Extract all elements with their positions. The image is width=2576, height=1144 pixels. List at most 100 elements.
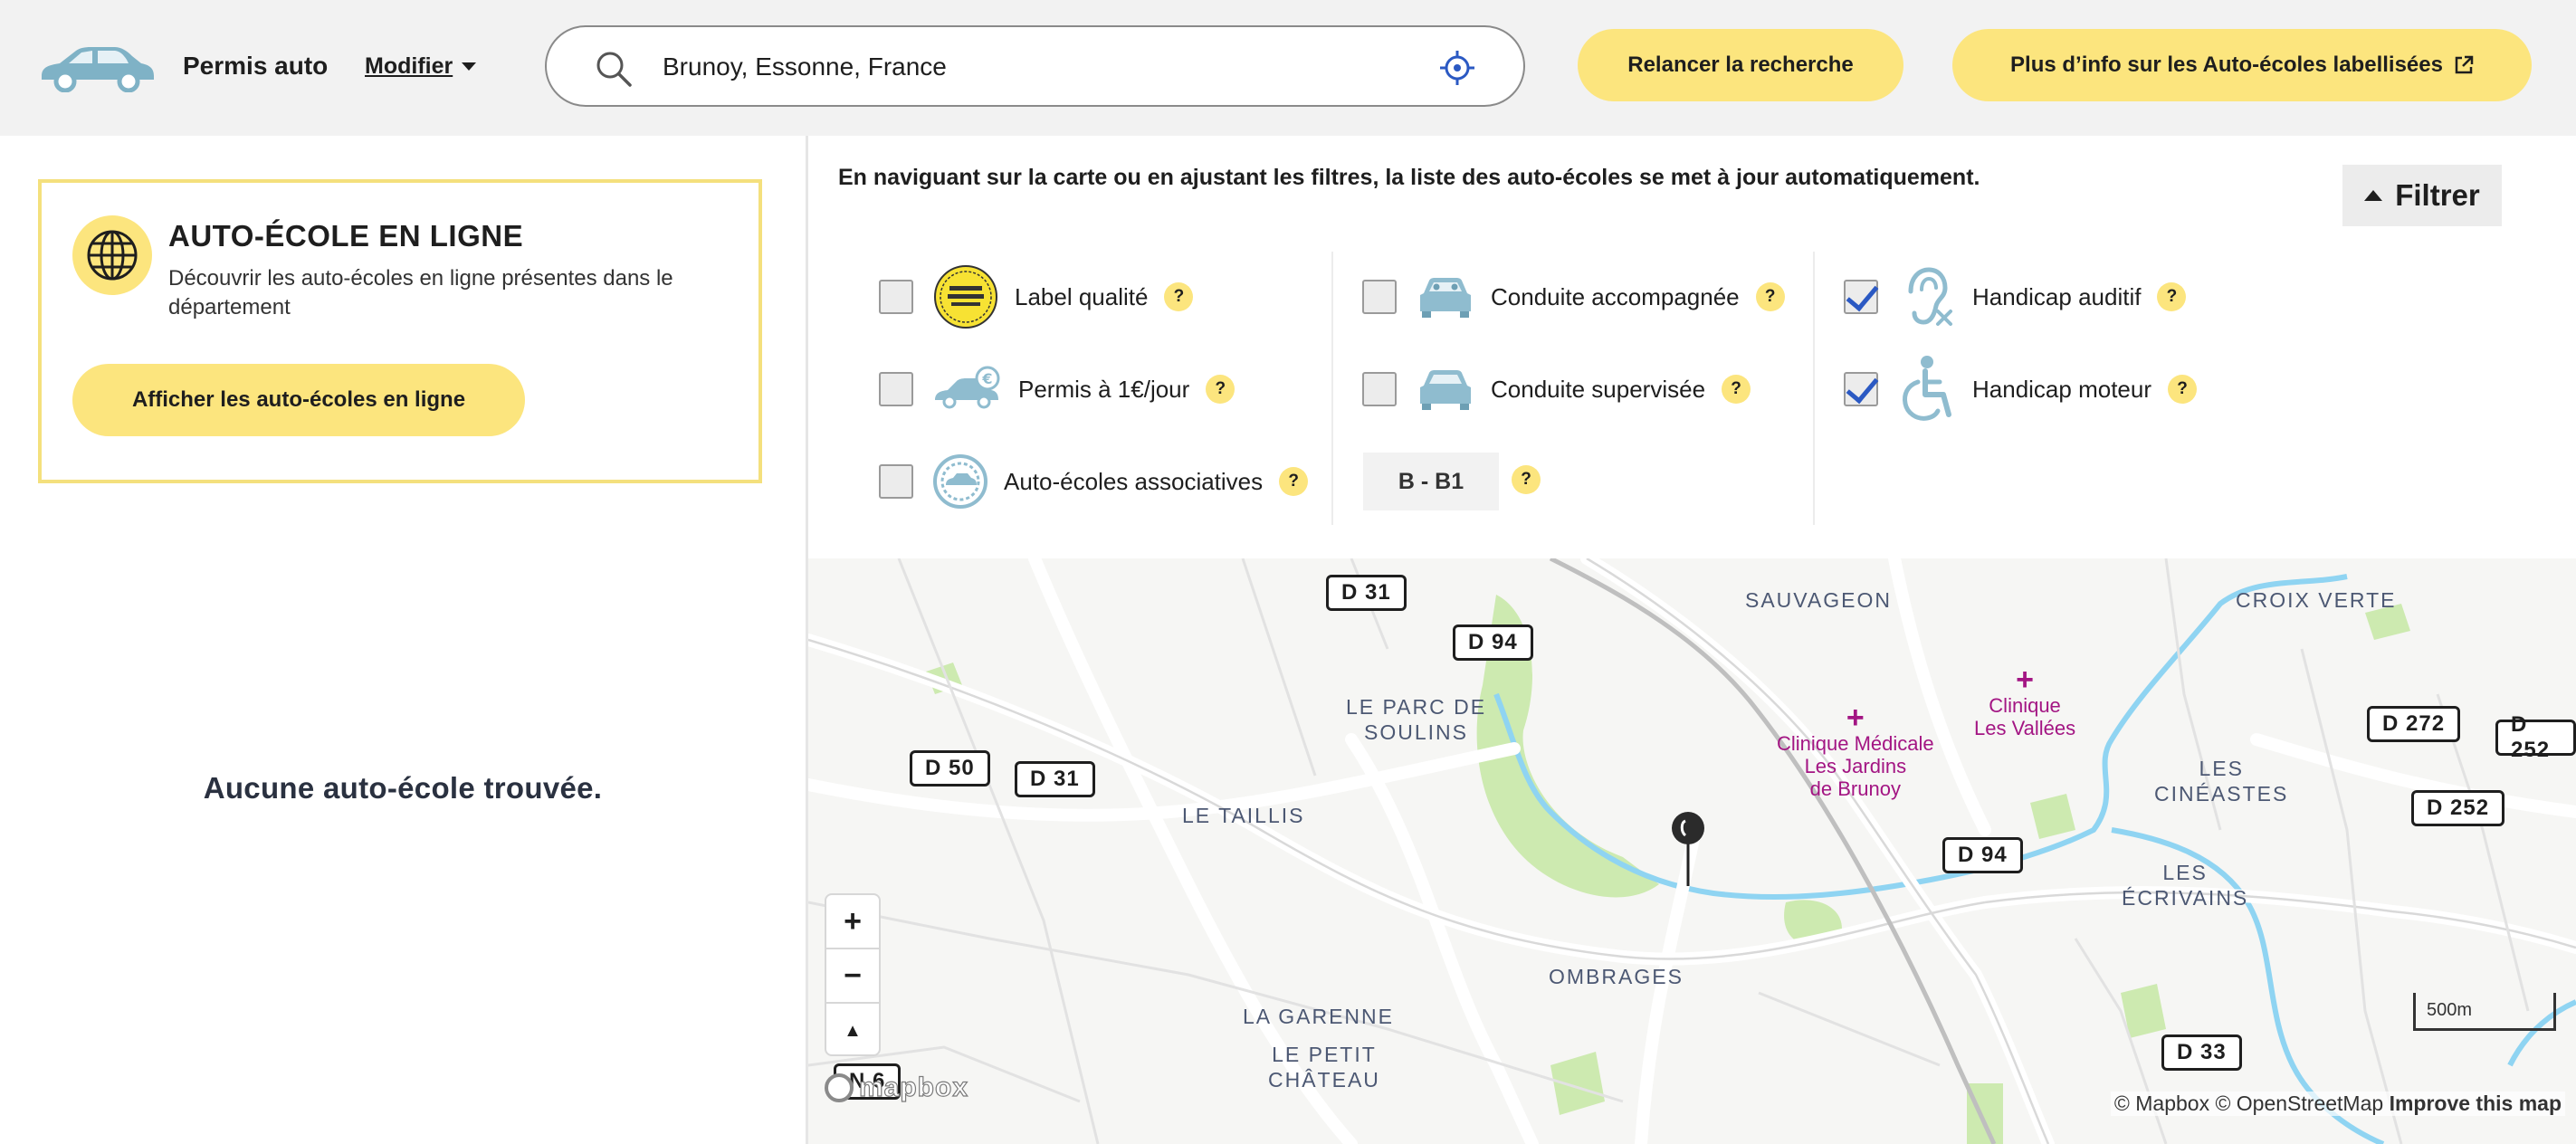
place-label-line: CHÂTEAU	[1268, 1068, 1380, 1092]
caret-up-icon	[2364, 190, 2383, 201]
filter-toggle-label: Filtrer	[2395, 178, 2480, 212]
road-sign: D 252	[2495, 712, 2576, 762]
place-label: LE PETIT CHÂTEAU	[1268, 1042, 1380, 1092]
place-label-line: SOULINS	[1364, 720, 1469, 744]
help-icon[interactable]: ?	[1512, 465, 1541, 494]
mapbox-logo[interactable]: mapbox	[825, 1072, 968, 1103]
checkbox[interactable]	[1362, 280, 1397, 314]
attribution-text: © Mapbox © OpenStreetMap	[2113, 1092, 2384, 1115]
modifier-label: Modifier	[365, 53, 453, 79]
euro-car-icon: €	[935, 366, 1000, 409]
help-icon[interactable]: ?	[2168, 375, 2197, 404]
place-label: LES CINÉASTES	[2154, 756, 2288, 806]
filter-toggle-button[interactable]: Filtrer	[2342, 165, 2502, 226]
checkbox[interactable]	[1362, 372, 1397, 406]
filter-permis-1-euro[interactable]: € Permis à 1€/jour ?	[879, 357, 1236, 422]
filter-label: Permis à 1€/jour	[1018, 375, 1190, 403]
top-bar: Permis auto Modifier Relancer la recherc…	[0, 0, 2576, 136]
quality-label-icon	[934, 265, 997, 329]
place-label-line: ÉCRIVAINS	[2122, 886, 2249, 910]
filter-conduite-accompagnee[interactable]: Conduite accompagnée ?	[1362, 264, 1785, 329]
filter-label: Handicap auditif	[1972, 282, 2142, 310]
place-label: LA GARENNE	[1243, 1005, 1394, 1028]
road-sign: D 50	[910, 750, 990, 786]
show-online-schools-button[interactable]: Afficher les auto-écoles en ligne	[72, 364, 525, 436]
empty-results-message: Aucune auto-école trouvée.	[203, 771, 603, 805]
help-icon[interactable]: ?	[2157, 282, 2187, 311]
map-view[interactable]: D 31 D 94 D 50 D 31 D 94 D 272 D 252 D 2…	[808, 558, 2576, 1144]
help-icon[interactable]: ?	[1206, 375, 1236, 404]
license-type-select[interactable]: B - B1	[1363, 453, 1499, 510]
map-scale: 500m	[2413, 993, 2556, 1031]
filter-associatives[interactable]: Auto-écoles associatives ?	[879, 449, 1309, 514]
road-sign: D 94	[1453, 624, 1533, 661]
clinic-name-line: Clinique	[1989, 694, 2061, 717]
filter-conduite-supervisee[interactable]: Conduite supervisée ?	[1362, 357, 1751, 422]
road-sign: D 31	[1326, 575, 1407, 611]
checkbox[interactable]	[879, 464, 913, 499]
relancer-button[interactable]: Relancer la recherche	[1578, 29, 1903, 101]
checkbox[interactable]	[879, 372, 913, 406]
caret-down-icon	[462, 62, 477, 71]
medical-cross-icon: +	[1846, 701, 1865, 735]
clinic-poi[interactable]: + Clinique Les Vallées	[1974, 663, 2075, 739]
filter-handicap-auditif[interactable]: Handicap auditif ?	[1844, 264, 2187, 329]
zoom-out-button[interactable]: −	[826, 949, 879, 1004]
wheelchair-icon	[1903, 356, 1951, 421]
brand-title: Permis auto	[183, 52, 329, 80]
association-seal-icon	[933, 454, 987, 509]
clinic-poi[interactable]: + Clinique Médicale Les Jardins de Bruno…	[1777, 701, 1934, 800]
search-box[interactable]	[545, 25, 1525, 107]
checkbox-checked[interactable]	[1844, 280, 1878, 314]
clinic-name-line: Clinique Médicale	[1777, 732, 1934, 755]
help-icon[interactable]: ?	[1279, 467, 1309, 496]
info-labelled-button[interactable]: Plus d’info sur les Auto-écoles labellis…	[1952, 29, 2532, 101]
filter-label: Label qualité	[1015, 282, 1149, 310]
checkbox-checked[interactable]	[1844, 372, 1878, 406]
help-icon[interactable]: ?	[1755, 282, 1785, 311]
road-sign: D 31	[1015, 761, 1095, 797]
help-icon[interactable]: ?	[1722, 375, 1751, 404]
online-card-description: Découvrir les auto-écoles en ligne prése…	[168, 266, 673, 319]
online-school-card: AUTO-ÉCOLE EN LIGNE Découvrir les auto-é…	[38, 179, 762, 483]
hearing-impaired-icon	[1908, 267, 1952, 326]
place-label-line: CINÉASTES	[2154, 782, 2289, 806]
help-icon[interactable]: ?	[1164, 282, 1194, 311]
road-sign: D 252	[2411, 790, 2505, 826]
clinic-name-line: Les Jardins	[1804, 755, 1907, 777]
search-input[interactable]	[663, 45, 1350, 89]
svg-text:€: €	[981, 370, 992, 387]
external-link-icon	[2455, 55, 2474, 74]
zoom-in-button[interactable]: +	[826, 895, 879, 949]
map-pin-icon[interactable]	[1670, 810, 1706, 888]
mapbox-logo-icon	[825, 1073, 854, 1102]
filter-label: Conduite supervisée	[1491, 375, 1706, 403]
compass-icon[interactable]: ▲	[826, 1004, 879, 1058]
place-label-line: LE PETIT	[1272, 1043, 1377, 1066]
place-label: SAUVAGEON	[1745, 588, 1892, 612]
zoom-controls: + − ▲	[825, 893, 881, 1056]
place-label: OMBRAGES	[1549, 965, 1684, 988]
modifier-dropdown[interactable]: Modifier	[365, 52, 477, 80]
show-online-schools-label: Afficher les auto-écoles en ligne	[131, 387, 466, 412]
filter-label-qualite[interactable]: Label qualité ?	[879, 264, 1194, 329]
medical-cross-icon: +	[2016, 663, 2034, 697]
road-sign: D 272	[2367, 706, 2461, 742]
improve-map-link[interactable]: Improve this map	[2390, 1092, 2562, 1115]
mapbox-logo-text: mapbox	[858, 1072, 969, 1102]
relancer-label: Relancer la recherche	[1627, 52, 1854, 77]
car-front-icon	[1420, 278, 1471, 318]
filter-info-text: En naviguant sur la carte ou en ajustant…	[838, 165, 1980, 190]
place-label: CROIX VERTE	[2236, 588, 2397, 612]
filter-column-separator	[1813, 252, 1815, 525]
checkbox[interactable]	[879, 280, 913, 314]
locate-icon[interactable]	[1438, 49, 1476, 87]
road-sign: D 33	[2161, 1034, 2242, 1071]
road-sign: D 94	[1942, 837, 2023, 873]
filter-column-separator	[1331, 252, 1333, 525]
search-icon	[596, 52, 632, 87]
place-label: LE TAILLIS	[1182, 804, 1305, 827]
filter-label: Handicap moteur	[1972, 375, 2151, 403]
filter-handicap-moteur[interactable]: Handicap moteur ?	[1844, 356, 2197, 422]
place-label-line: LES	[2162, 861, 2208, 884]
